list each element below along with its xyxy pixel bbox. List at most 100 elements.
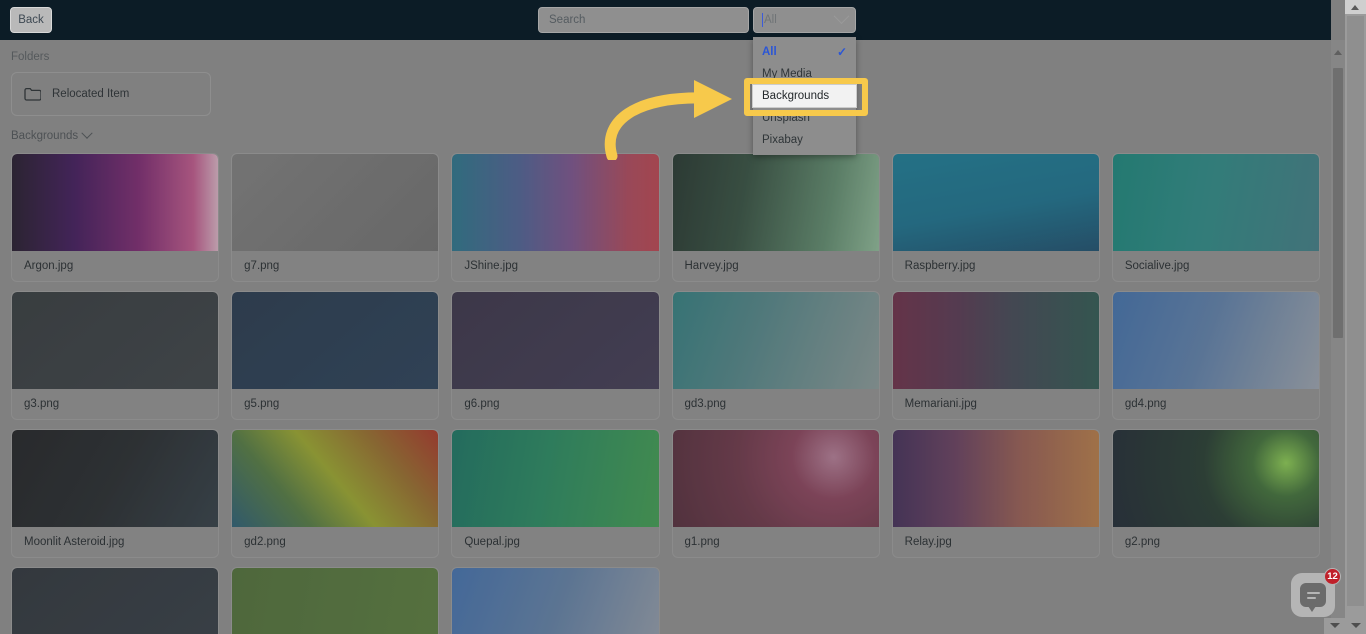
- source-filter-select[interactable]: All: [753, 7, 856, 33]
- dropdown-option-backgrounds[interactable]: Backgrounds: [753, 85, 856, 107]
- media-card[interactable]: JShine.jpg: [451, 153, 660, 282]
- media-thumbnail: [452, 154, 659, 251]
- browser-scrollbar-thumb[interactable]: [1347, 16, 1364, 606]
- media-card[interactable]: g7.png: [231, 153, 440, 282]
- media-thumbnail: [452, 292, 659, 389]
- content-scrollbar[interactable]: [1331, 40, 1345, 634]
- source-filter-value: All: [764, 14, 777, 26]
- media-file-name: Relay.jpg: [904, 536, 952, 548]
- media-card[interactable]: Raspberry.jpg: [891, 153, 1100, 282]
- media-card[interactable]: Harvey.jpg: [671, 153, 880, 282]
- media-card-partial[interactable]: [11, 567, 220, 634]
- media-card[interactable]: g1.png: [671, 429, 880, 558]
- media-file-name: Raspberry.jpg: [904, 260, 976, 272]
- media-file-name: g1.png: [684, 536, 720, 548]
- media-card[interactable]: Quepal.jpg: [451, 429, 660, 558]
- media-file-name: gd2.png: [244, 536, 286, 548]
- dropdown-option-unsplash[interactable]: Unsplash: [753, 107, 856, 129]
- media-thumbnail: [232, 292, 439, 389]
- media-card[interactable]: gd3.png: [671, 291, 880, 420]
- media-file-name: gd4.png: [1124, 398, 1167, 410]
- media-file-name: JShine.jpg: [464, 260, 519, 272]
- media-card-partial[interactable]: [451, 567, 660, 634]
- chevron-down-icon: [833, 7, 850, 24]
- scroll-up-arrow-icon[interactable]: [1334, 50, 1342, 55]
- scroll-down-arrows[interactable]: [1324, 618, 1366, 634]
- media-card[interactable]: gd2.png: [231, 429, 440, 558]
- media-thumbnail: [452, 430, 659, 527]
- chat-line: [1306, 591, 1320, 594]
- scrollbar-track-top[interactable]: [1345, 0, 1366, 14]
- backgrounds-group-header[interactable]: Backgrounds: [0, 116, 93, 142]
- browser-scrollbar[interactable]: [1345, 0, 1366, 634]
- media-card[interactable]: Moonlit Asteroid.jpg: [11, 429, 220, 558]
- media-file-name: gd3.png: [684, 398, 727, 410]
- media-card[interactable]: g3.png: [11, 291, 220, 420]
- scroll-down-arrow-icon-inner[interactable]: [1330, 623, 1340, 628]
- media-thumbnail: [1112, 430, 1319, 527]
- source-filter-dropdown[interactable]: All ✓ My Media Backgrounds Unsplash Pixa…: [753, 37, 856, 155]
- media-grid: Argon.jpg g7.png JShine.jpg Harvey.jpg Raspb…: [0, 142, 1331, 634]
- dropdown-option-label: Backgrounds: [762, 90, 830, 102]
- media-file-name: g7.png: [244, 260, 280, 272]
- text-cursor: [762, 13, 763, 27]
- media-thumbnail: [1112, 292, 1319, 389]
- dropdown-option-my-media[interactable]: My Media: [753, 63, 856, 85]
- chat-widget-button[interactable]: 12: [1291, 568, 1341, 617]
- scroll-up-arrow-icon[interactable]: [1351, 5, 1359, 10]
- media-file-name: Socialive.jpg: [1124, 260, 1190, 272]
- media-file-name: Moonlit Asteroid.jpg: [24, 536, 125, 548]
- media-card-partial[interactable]: [231, 567, 440, 634]
- top-toolbar: Back All: [0, 0, 1331, 40]
- media-thumbnail: [672, 430, 879, 527]
- dropdown-option-all[interactable]: All ✓: [753, 41, 856, 63]
- media-thumbnail: [12, 568, 219, 634]
- media-thumbnail: [892, 430, 1099, 527]
- media-card[interactable]: Socialive.jpg: [1111, 153, 1320, 282]
- media-thumbnail: [672, 292, 879, 389]
- media-thumbnail: [232, 154, 439, 251]
- media-file-name: g5.png: [244, 398, 280, 410]
- media-file-name: Harvey.jpg: [684, 260, 739, 272]
- media-thumbnail: [12, 154, 219, 251]
- back-button[interactable]: Back: [10, 7, 52, 33]
- media-file-name: g2.png: [1124, 536, 1161, 548]
- media-library-screen: Back All All ✓ My Media Backgrounds Unsp…: [0, 0, 1366, 634]
- folders-section-label: Folders: [11, 51, 50, 63]
- dropdown-option-label: Pixabay: [762, 134, 803, 146]
- media-card[interactable]: g6.png: [451, 291, 660, 420]
- chevron-down-icon: [81, 127, 93, 139]
- media-thumbnail: [232, 430, 439, 527]
- media-card[interactable]: Argon.jpg: [11, 153, 220, 282]
- media-file-name: Quepal.jpg: [464, 536, 520, 548]
- check-icon: ✓: [836, 45, 847, 59]
- media-thumbnail: [452, 568, 659, 634]
- media-card[interactable]: Relay.jpg: [891, 429, 1100, 558]
- media-thumbnail: [892, 292, 1099, 389]
- media-thumbnail: [892, 154, 1099, 251]
- media-file-name: g6.png: [464, 398, 500, 410]
- search-input[interactable]: [538, 7, 749, 33]
- media-thumbnail: [672, 154, 879, 251]
- media-file-name: Memariani.jpg: [904, 398, 977, 410]
- media-thumbnail: [232, 568, 439, 634]
- scroll-down-arrow-icon-outer[interactable]: [1351, 623, 1361, 628]
- folder-name: Relocated Item: [52, 88, 130, 100]
- chat-line: [1306, 596, 1316, 599]
- media-card[interactable]: g5.png: [231, 291, 440, 420]
- dropdown-option-pixabay[interactable]: Pixabay: [753, 129, 856, 151]
- folder-icon: [24, 87, 41, 101]
- chat-unread-badge: 12: [1324, 568, 1341, 585]
- chat-bubble-icon: [1300, 583, 1326, 612]
- media-card[interactable]: g2.png: [1111, 429, 1320, 558]
- media-card[interactable]: gd4.png: [1111, 291, 1320, 420]
- media-file-name: g3.png: [24, 398, 60, 410]
- media-thumbnail: [12, 292, 219, 389]
- dropdown-option-label: All: [762, 46, 777, 58]
- media-thumbnail: [12, 430, 219, 527]
- media-thumbnail: [1112, 154, 1319, 251]
- dropdown-option-label: My Media: [762, 68, 812, 80]
- scrollbar-thumb[interactable]: [1333, 68, 1343, 338]
- media-card[interactable]: Memariani.jpg: [891, 291, 1100, 420]
- folder-card-relocated-item[interactable]: Relocated Item: [11, 72, 211, 116]
